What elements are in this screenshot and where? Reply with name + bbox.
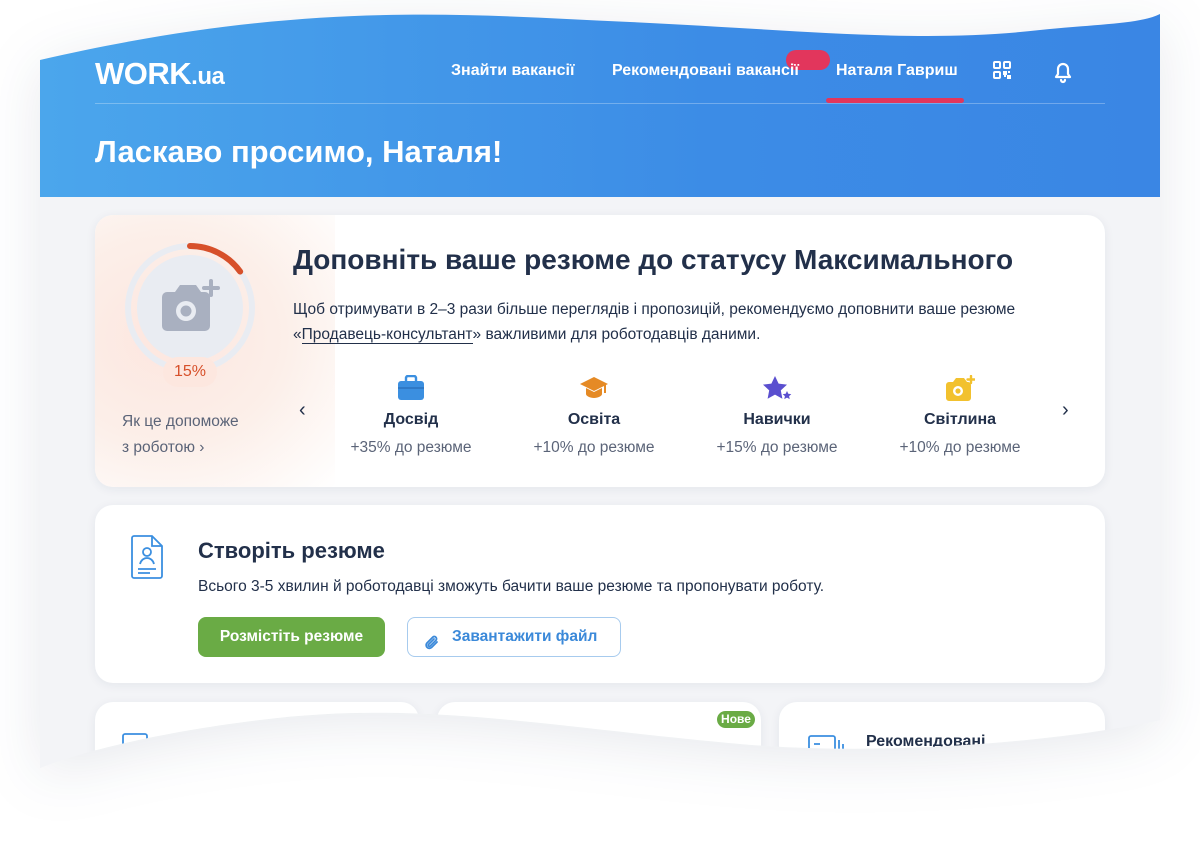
feature-experience[interactable]: Досвід +35% до резюме (326, 375, 496, 457)
upload-file-button[interactable]: Завантажити файл (407, 617, 621, 657)
logo[interactable]: WORK.ua (95, 56, 224, 92)
recommended-list-icon (807, 734, 845, 773)
logo-suffix: .ua (191, 63, 225, 90)
post-resume-button[interactable]: Розмістіть резюме (198, 617, 385, 657)
bottom-card-middle[interactable] (437, 702, 761, 832)
qr-code-icon[interactable] (992, 60, 1012, 85)
recommended-card-title: Рекомендовані (866, 733, 986, 750)
feature-subtitle: +35% до резюме (350, 439, 472, 456)
create-resume-description: Всього 3-5 хвилин й роботодавці зможуть … (198, 578, 825, 595)
bottom-card-left[interactable] (95, 702, 419, 832)
graduation-cap-icon (509, 375, 679, 403)
feature-skills[interactable]: Навички +15% до резюме (692, 375, 862, 457)
bottom-card-right[interactable] (779, 702, 1105, 832)
logo-main: WORK (95, 56, 192, 91)
next-arrow-button[interactable]: › (1062, 399, 1069, 422)
feature-education[interactable]: Освіта +10% до резюме (509, 375, 679, 457)
feature-title: Досвід (383, 411, 439, 428)
document-icon (121, 732, 151, 767)
camera-add-icon (157, 279, 223, 344)
help-link-line2: з роботою › (122, 439, 205, 456)
feature-title: Світлина (923, 411, 997, 428)
bottom-card-middle-title: ції від (602, 733, 650, 750)
help-link-line1: Як це допоможе (122, 413, 239, 430)
feature-title: Навички (743, 411, 811, 428)
nav-recommended-vacancies[interactable]: Рекомендовані вакансії (612, 62, 799, 80)
feature-title: Освіта (567, 411, 621, 428)
paperclip-icon (424, 629, 440, 667)
create-resume-title: Створіть резюме (198, 538, 385, 563)
upload-file-label: Завантажити файл (452, 628, 598, 645)
resume-document-icon (130, 535, 164, 584)
add-photo-icon (875, 375, 1045, 403)
count-badge (1032, 742, 1076, 760)
new-badge: Нове (717, 711, 755, 728)
nav-find-vacancies[interactable]: Знайти вакансії (451, 62, 574, 80)
bell-icon[interactable] (1052, 60, 1074, 89)
browser-frame: WORK.ua Знайти вакансії Рекомендовані ва… (40, 0, 1160, 860)
briefcase-icon (326, 375, 496, 403)
completion-description: Щоб отримувати в 2–3 рази більше перегля… (293, 297, 1083, 347)
feature-subtitle: +10% до резюме (899, 439, 1021, 456)
stars-icon (692, 375, 862, 403)
header: WORK.ua Знайти вакансії Рекомендовані ва… (40, 0, 1160, 197)
nav-user-profile[interactable]: Наталя Гавриш (836, 62, 958, 80)
feature-subtitle: +15% до резюме (716, 439, 838, 456)
help-link[interactable]: Як це допоможе з роботою › (122, 409, 262, 461)
welcome-heading: Ласкаво просимо, Наталя! (95, 134, 503, 169)
feature-subtitle: +10% до резюме (533, 439, 655, 456)
nav-divider (95, 103, 1105, 104)
prev-arrow-button[interactable]: ‹ (299, 399, 306, 422)
feature-photo[interactable]: Світлина +10% до резюме (875, 375, 1045, 457)
resume-completion-card: 15% Як це допоможе з роботою › Доповніть… (95, 215, 1105, 487)
resume-title-link[interactable]: Продавець-консультант (302, 326, 473, 344)
create-resume-card: Створіть резюме Всього 3-5 хвилин й робо… (95, 505, 1105, 683)
completion-title: Доповніть ваше резюме до статусу Максима… (293, 244, 1014, 275)
active-nav-indicator (826, 98, 964, 103)
completion-desc-after: » важливими для роботодавців даними. (472, 326, 761, 343)
progress-percent-badge: 15% (163, 357, 217, 387)
